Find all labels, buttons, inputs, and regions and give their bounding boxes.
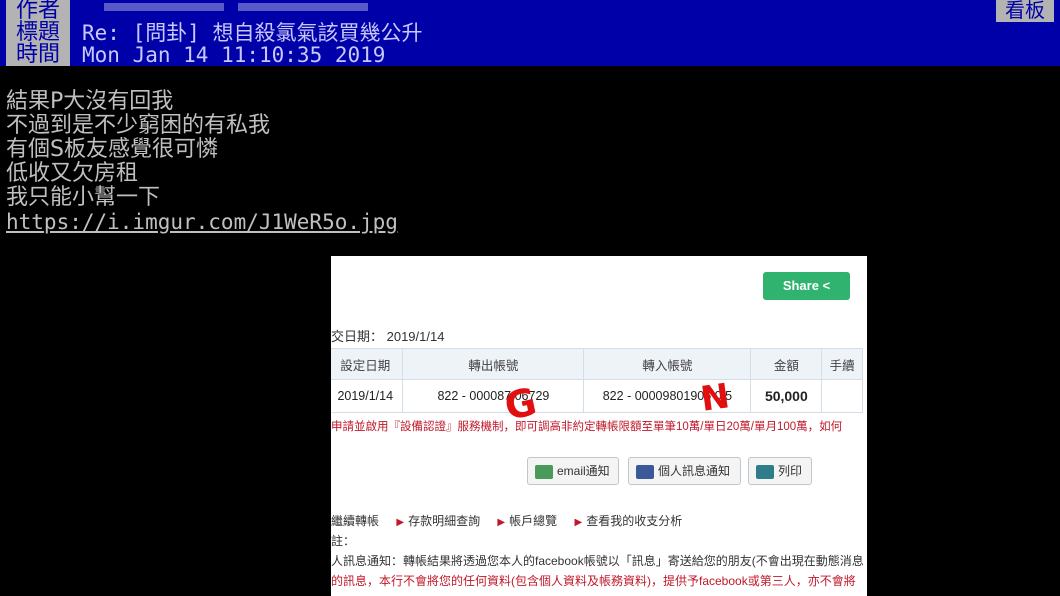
time-row: 時間 Mon Jan 14 11:10:35 2019 — [0, 44, 1060, 66]
link-analysis[interactable]: 查看我的收支分析 — [586, 514, 682, 528]
quick-links: 繼續轉帳 ▶ 存款明細查詢 ▶ 帳戶總覽 ▶ 查看我的收支分析 — [331, 512, 682, 529]
post-line: 低收又欠房租 — [6, 161, 139, 186]
image-link[interactable]: https://i.imgur.com/J1WeR5o.jpg — [6, 210, 398, 234]
note-heading: 註： — [331, 534, 356, 548]
embedded-screenshot: Share < 交日期： 2019/1/14 設定日期 轉出帳號 轉入帳號 金額… — [331, 256, 867, 596]
facebook-label: 個人訊息通知 — [658, 464, 731, 478]
email-label: email通知 — [557, 464, 610, 478]
transfer-table: 設定日期 轉出帳號 轉入帳號 金額 手續 2019/1/14 822 - 000… — [331, 348, 863, 413]
post-body: 結果P大沒有回我 不過到是不少窮困的有私我 有個S板友感覺很可憐 低收又欠房租 … — [6, 90, 270, 210]
author-row: 作者 看板 — [0, 0, 1060, 22]
link-accounts[interactable]: 帳戶總覽 — [509, 514, 557, 528]
facebook-notify-button[interactable]: 個人訊息通知 — [628, 457, 741, 485]
cell-from-account: 822 - 000087 06729 — [402, 379, 585, 413]
note-facebook: 人訊息通知：轉帳結果將透過您本人的facebook帳號以「訊息」寄送給您的朋友(… — [331, 554, 864, 568]
author-key: 作者 — [6, 0, 70, 22]
time-key: 時間 — [6, 44, 70, 66]
printer-icon — [756, 464, 774, 479]
post-line: 不過到是不少窮困的有私我 — [6, 113, 271, 138]
email-icon — [535, 464, 553, 479]
share-label: Share — [782, 278, 819, 293]
col-header: 轉出帳號 — [402, 348, 585, 380]
post-line: 我只能小幫一下 — [6, 185, 161, 210]
title-key: 標題 — [6, 22, 70, 44]
print-label: 列印 — [778, 464, 803, 478]
email-notify-button[interactable]: email通知 — [527, 457, 619, 485]
share-button[interactable]: Share < — [763, 272, 850, 300]
cell-fee — [821, 379, 863, 413]
arrow-right-icon: ▶ — [574, 517, 583, 528]
title-value: Re: [問卦] 想自殺氯氣該買幾公升 — [82, 21, 423, 45]
col-header: 轉入帳號 — [583, 348, 752, 380]
facebook-icon — [636, 464, 654, 479]
title-row: 標題 Re: [問卦] 想自殺氯氣該買幾公升 — [0, 22, 1060, 44]
col-header: 設定日期 — [331, 348, 404, 380]
post-line: 有個S板友感覺很可憐 — [6, 137, 218, 162]
note-privacy: 的訊息，本行不會將您的任何資料(包含個人資料及帳務資料)，提供予facebook… — [331, 574, 856, 588]
redacted-nickname — [238, 3, 368, 11]
transfer-date-label: 交日期： 2019/1/14 — [331, 329, 445, 344]
col-header: 金額 — [750, 348, 823, 380]
cell-date: 2019/1/14 — [331, 379, 404, 413]
table-row: 2019/1/14 822 - 000087 06729 822 - 00009… — [331, 379, 863, 413]
link-continue-transfer[interactable]: 繼續轉帳 — [331, 514, 379, 528]
redacted-author — [104, 3, 224, 11]
arrow-right-icon: ▶ — [396, 517, 405, 528]
share-icon: < — [822, 278, 831, 293]
print-button[interactable]: 列印 — [748, 457, 812, 485]
cell-amount: 50,000 — [750, 379, 823, 413]
device-notice: 申請並啟用『設備認證』服務機制，即可調高非約定轉帳限額至單筆10萬/單日20萬/… — [331, 421, 843, 433]
red-mark-n: N — [698, 376, 733, 420]
post-line: 結果P大沒有回我 — [6, 89, 174, 114]
col-header: 手續 — [821, 348, 863, 380]
time-value: Mon Jan 14 11:10:35 2019 — [82, 43, 386, 67]
arrow-right-icon: ▶ — [497, 517, 506, 528]
board-tag[interactable]: 看板 — [996, 0, 1054, 22]
link-statement[interactable]: 存款明細查詢 — [408, 514, 480, 528]
